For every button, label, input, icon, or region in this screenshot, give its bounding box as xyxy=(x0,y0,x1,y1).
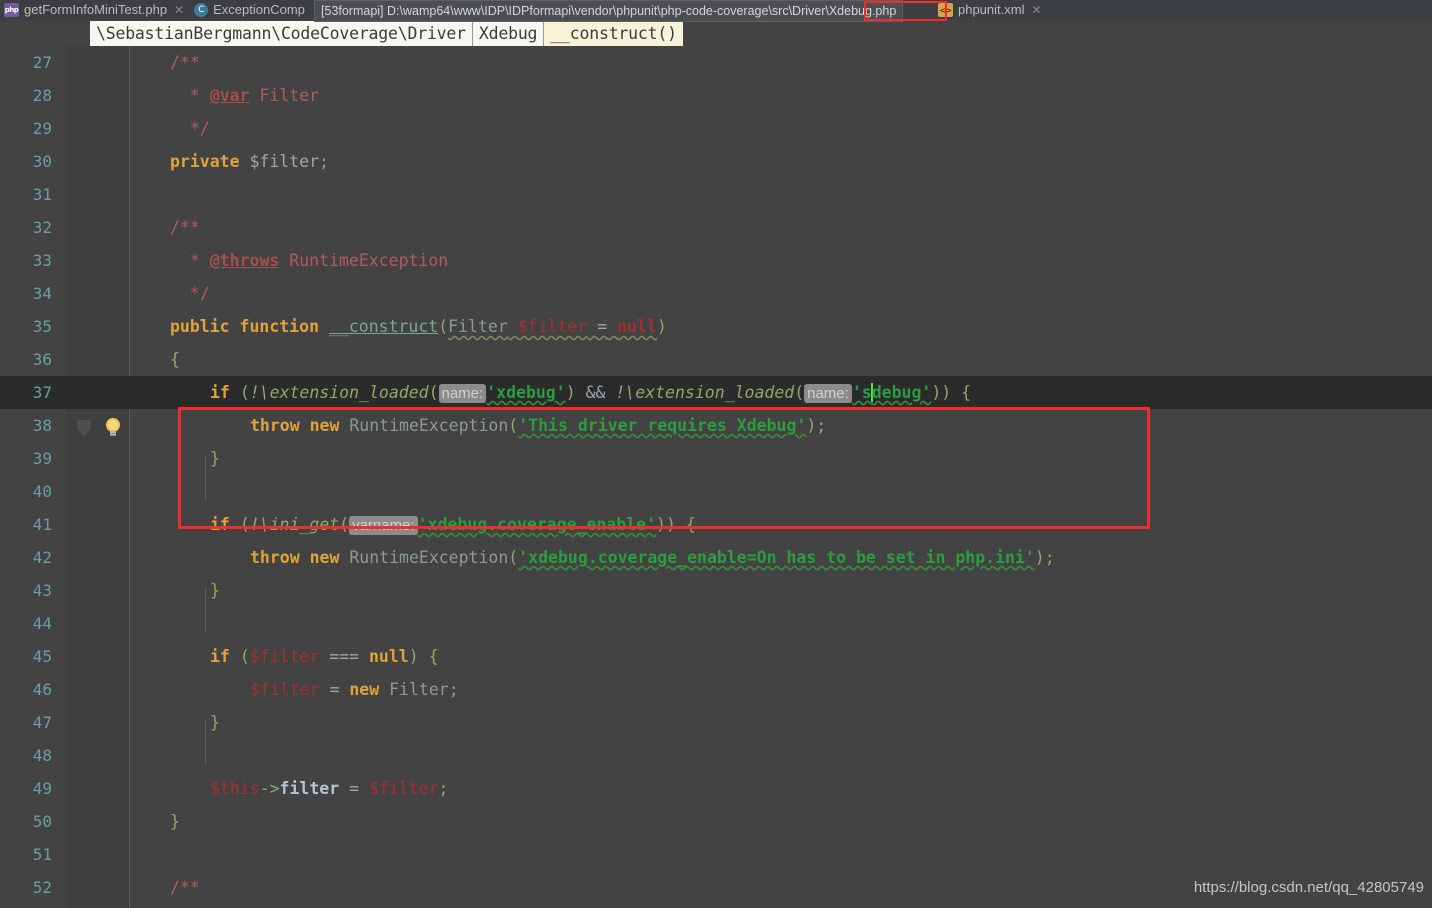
line-number: 37 xyxy=(32,383,52,402)
code-line-text[interactable]: } xyxy=(170,805,180,838)
line-number: 29 xyxy=(32,119,52,138)
code-line[interactable]: 47} xyxy=(0,706,1432,739)
code-line[interactable]: 44 xyxy=(0,607,1432,640)
code-lines-container[interactable]: 27/** 28 * @var Filter 29 */30 private $fil… xyxy=(0,46,1432,904)
code-line[interactable]: 31 xyxy=(0,178,1432,211)
code-editor[interactable]: 27/** 28 * @var Filter 29 */30 private $fil… xyxy=(0,46,1432,908)
line-number: 32 xyxy=(32,218,52,237)
code-line-text[interactable]: } xyxy=(210,574,220,607)
code-line[interactable]: 36 { xyxy=(0,343,1432,376)
code-line-text[interactable]: throw new RuntimeException('This driver … xyxy=(250,409,826,442)
code-line[interactable]: 45 if ($filter === null) { xyxy=(0,640,1432,673)
line-number: 43 xyxy=(32,581,52,600)
code-line[interactable]: 41 if (!\ini_get(varname:'xdebug.coverage… xyxy=(0,508,1432,541)
code-line-text[interactable]: } xyxy=(210,706,220,739)
php-class-icon: C xyxy=(194,3,209,17)
code-line-text[interactable]: private $filter; xyxy=(170,145,329,178)
code-line-text[interactable]: /** xyxy=(170,46,200,79)
code-line-text[interactable]: public function __construct(Filter $filt… xyxy=(170,310,667,343)
line-number: 50 xyxy=(32,812,52,831)
line-number: 28 xyxy=(32,86,52,105)
code-line-text[interactable]: */ xyxy=(180,277,210,310)
watermark-text: https://blog.csdn.net/qq_42805749 xyxy=(1193,879,1424,896)
code-line-text[interactable]: if (!\extension_loaded(name:'xdebug') &&… xyxy=(210,376,971,410)
code-line[interactable]: 34 */ xyxy=(0,277,1432,310)
code-line[interactable]: 40 xyxy=(0,475,1432,508)
line-number: 35 xyxy=(32,317,52,336)
code-line[interactable]: 43} xyxy=(0,574,1432,607)
code-line-text[interactable]: } xyxy=(210,442,220,475)
code-line[interactable]: 32 /** xyxy=(0,211,1432,244)
code-line-text[interactable]: if ($filter === null) { xyxy=(210,640,439,673)
code-line[interactable]: 46 $filter = new Filter; xyxy=(0,673,1432,706)
code-line[interactable]: 50} xyxy=(0,805,1432,838)
tab-label: ExceptionComp xyxy=(213,1,305,17)
code-line[interactable]: 29 */ xyxy=(0,112,1432,145)
line-number: 40 xyxy=(32,482,52,501)
line-number: 52 xyxy=(32,878,52,897)
code-line-text[interactable]: $this->filter = $filter; xyxy=(210,772,448,805)
code-line-text[interactable]: $filter = new Filter; xyxy=(250,673,459,706)
indent-guide xyxy=(205,719,206,765)
tab-label: getFormInfoMiniTest.php xyxy=(24,1,168,17)
line-number: 33 xyxy=(32,251,52,270)
breadcrumb-item-namespace[interactable]: \SebastianBergmann\CodeCoverage\Driver xyxy=(90,21,473,46)
line-number: 31 xyxy=(32,185,52,204)
code-line[interactable]: 35 public function __construct(Filter $fi… xyxy=(0,310,1432,343)
code-line[interactable]: 38 throw new RuntimeException('This drive… xyxy=(0,409,1432,442)
code-line[interactable]: 39} xyxy=(0,442,1432,475)
breadcrumb-item-method[interactable]: __construct() xyxy=(544,21,683,46)
code-line[interactable]: 42 throw new RuntimeException('xdebug.cov… xyxy=(0,541,1432,574)
line-number: 38 xyxy=(32,416,52,435)
fold-collapse-arrow-icon[interactable] xyxy=(74,418,94,438)
line-number: 51 xyxy=(32,845,52,864)
xml-file-icon: <> xyxy=(937,3,953,17)
tab-getforminfominitest[interactable]: php getFormInfoMiniTest.php ✕ xyxy=(0,0,190,20)
code-line-text[interactable]: * @throws RuntimeException xyxy=(180,244,448,277)
code-line[interactable]: 27 /** xyxy=(0,46,1432,79)
code-line-text[interactable]: { xyxy=(170,343,180,376)
indent-guide xyxy=(205,455,206,501)
line-number: 49 xyxy=(32,779,52,798)
code-line[interactable]: 28 * @var Filter xyxy=(0,79,1432,112)
line-number: 30 xyxy=(32,152,52,171)
tab-phpunit-xml[interactable]: <> phpunit.xml ✕ xyxy=(934,0,1048,20)
line-number: 27 xyxy=(32,53,52,72)
code-line[interactable]: 49 $this->filter = $filter; xyxy=(0,772,1432,805)
line-number: 34 xyxy=(32,284,52,303)
code-line[interactable]: 48 xyxy=(0,739,1432,772)
code-line-text[interactable]: /** xyxy=(170,871,200,904)
line-number: 41 xyxy=(32,515,52,534)
tab-label: phpunit.xml xyxy=(957,1,1025,17)
intention-bulb-icon[interactable] xyxy=(104,417,122,439)
code-line-text[interactable]: * @var Filter xyxy=(180,79,319,112)
breadcrumb: \SebastianBergmann\CodeCoverage\Driver X… xyxy=(90,21,683,46)
code-line[interactable]: 37 if (!\extension_loaded(name:'xdebug') … xyxy=(0,376,1432,409)
line-number: 42 xyxy=(32,548,52,567)
tab-exceptioncomp[interactable]: C ExceptionComp ✕ xyxy=(190,0,328,20)
code-line-text[interactable]: throw new RuntimeException('xdebug.cover… xyxy=(250,541,1055,574)
close-icon[interactable]: ✕ xyxy=(174,3,184,17)
close-icon[interactable]: ✕ xyxy=(1031,3,1041,17)
file-path-text: [53formapi] D:\wamp64\www\IDP\IDPformapi… xyxy=(321,4,897,18)
file-path-tooltip: [53formapi] D:\wamp64\www\IDP\IDPformapi… xyxy=(314,0,904,22)
line-number: 45 xyxy=(32,647,52,666)
code-line-text[interactable]: */ xyxy=(180,112,210,145)
indent-guide xyxy=(205,587,206,633)
line-number: 36 xyxy=(32,350,52,369)
line-number: 46 xyxy=(32,680,52,699)
code-line[interactable]: 51 xyxy=(0,838,1432,871)
line-number: 44 xyxy=(32,614,52,633)
code-line-text[interactable]: if (!\ini_get(varname:'xdebug.coverage_e… xyxy=(210,508,696,542)
line-number: 47 xyxy=(32,713,52,732)
breadcrumb-item-class[interactable]: Xdebug xyxy=(472,21,545,46)
php-file-icon: php xyxy=(4,3,19,17)
code-line[interactable]: 33 * @throws RuntimeException xyxy=(0,244,1432,277)
code-line[interactable]: 30 private $filter; xyxy=(0,145,1432,178)
line-number: 48 xyxy=(32,746,52,765)
code-line-text[interactable]: /** xyxy=(170,211,200,244)
line-number: 39 xyxy=(32,449,52,468)
